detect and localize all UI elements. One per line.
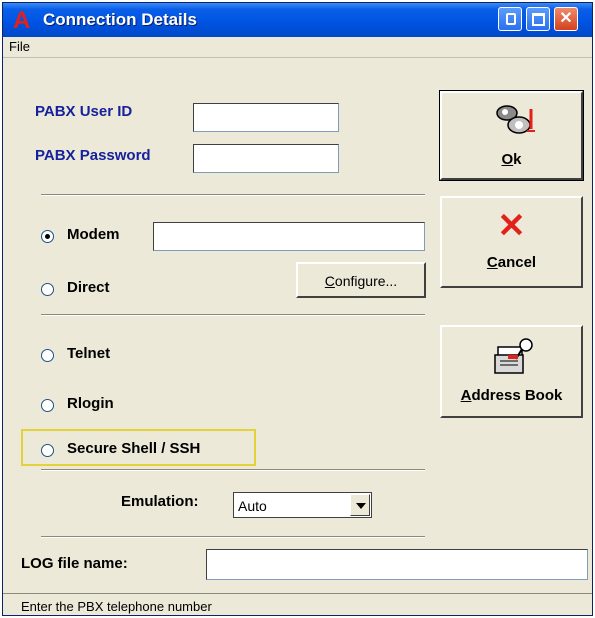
address-book-button[interactable]: Address Book (440, 325, 583, 418)
status-bar: Enter the PBX telephone number (3, 593, 592, 615)
close-button[interactable]: ✕ (554, 7, 578, 31)
modem-number-input[interactable] (153, 222, 425, 251)
rlogin-label: Rlogin (67, 395, 114, 412)
log-file-label: LOG file name: (21, 555, 128, 572)
modem-radio[interactable] (41, 230, 54, 243)
ssh-label: Secure Shell / SSH (67, 440, 201, 457)
minimize-button[interactable] (498, 7, 522, 31)
separator (41, 194, 425, 196)
dropdown-arrow-icon[interactable] (350, 494, 370, 516)
emulation-selected-value: Auto (238, 498, 267, 514)
rlogin-radio[interactable] (41, 399, 54, 412)
telnet-radio[interactable] (41, 349, 54, 362)
separator (41, 536, 425, 538)
separator (41, 469, 425, 471)
cancel-button[interactable]: ✕ Cancel (440, 196, 583, 288)
app-logo-icon: A (13, 7, 31, 34)
configure-button-label: Configure... (324, 273, 398, 289)
modem-label: Modem (67, 226, 120, 243)
window-title: Connection Details (43, 10, 197, 29)
connection-details-window: A Connection Details ✕ File PABX User ID… (2, 2, 593, 616)
ok-button[interactable]: Ok (439, 90, 584, 181)
maximize-button[interactable] (526, 7, 550, 31)
telnet-label: Telnet (67, 345, 111, 362)
emulation-select[interactable]: Auto (233, 492, 372, 518)
cancel-x-icon: ✕ (497, 207, 526, 245)
direct-label: Direct (67, 279, 110, 296)
minimize-icon (506, 13, 516, 25)
maximize-icon (532, 13, 545, 26)
separator (41, 314, 425, 316)
direct-radio[interactable] (41, 283, 54, 296)
menu-file[interactable]: File (9, 39, 30, 54)
configure-button[interactable]: Configure... (296, 262, 426, 298)
status-text: Enter the PBX telephone number (21, 599, 212, 614)
pabx-user-id-input[interactable] (193, 103, 339, 132)
close-icon: ✕ (559, 10, 573, 27)
pabx-user-id-label: PABX User ID (35, 103, 133, 120)
log-file-input[interactable] (206, 549, 588, 580)
menu-bar: File (3, 37, 592, 58)
title-bar[interactable]: A Connection Details ✕ (3, 3, 592, 37)
radio-selected-dot (45, 234, 50, 239)
address-book-button-label: Address Book (460, 387, 563, 404)
cancel-button-label: Cancel (486, 254, 537, 271)
ssh-radio[interactable] (41, 444, 54, 457)
pabx-password-input[interactable] (193, 144, 339, 173)
pabx-password-label: PABX Password (35, 147, 151, 164)
address-book-icon (494, 338, 533, 374)
handshake-icon (496, 105, 535, 134)
emulation-label: Emulation: (121, 493, 199, 510)
ok-button-label: Ok (501, 151, 522, 168)
